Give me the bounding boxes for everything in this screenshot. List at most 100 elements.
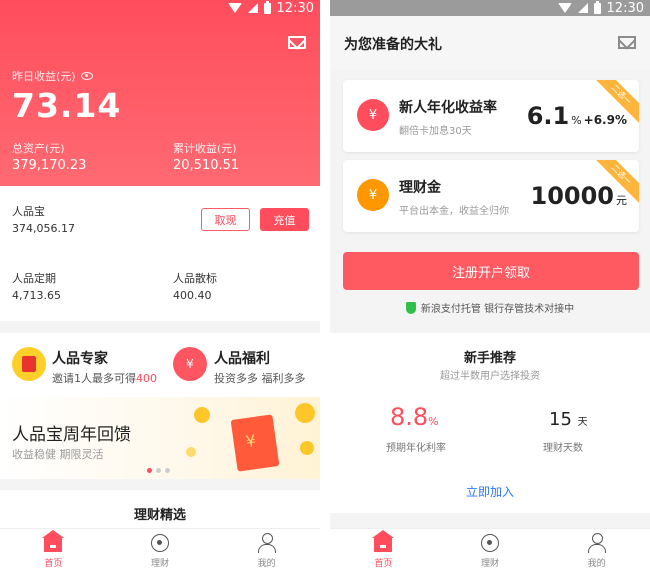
term-days-unit: 天 xyxy=(577,417,588,428)
picks-title: 理财精选 xyxy=(133,508,186,523)
register-claim-button[interactable]: 注册开户领取 xyxy=(343,252,639,290)
recharge-button[interactable]: 充值 xyxy=(260,208,309,231)
tab-mine[interactable]: 我的 xyxy=(213,529,320,572)
anniversary-banner[interactable]: 人品宝周年回馈 收益稳健 期限灵活 xyxy=(0,397,320,479)
wifi-icon xyxy=(227,3,242,13)
money-bag-icon: ¥ xyxy=(357,99,389,131)
gift-card-rate[interactable]: 二选一 ¥ 新人年化收益率 翻倍卡加息30天 6.1 % +6.9% xyxy=(343,80,639,152)
banner-title: 人品宝周年回馈 xyxy=(12,425,131,445)
yuan-coin-icon: ¥ xyxy=(357,179,389,211)
shield-check-icon xyxy=(405,301,416,314)
tab-label: 首页 xyxy=(44,559,63,569)
signal-icon xyxy=(247,3,258,13)
security-text: 新浪支付托管 银行存管技术对接中 xyxy=(420,304,575,315)
clock: 12:30 xyxy=(606,0,644,16)
expected-rate-label: 预期年化利率 xyxy=(386,443,446,454)
account-panel: 人品宝 374,056.17 取现 充值 人品定期 4,713.65 人品散标 … xyxy=(0,186,320,321)
gift-value-unit: % xyxy=(571,114,582,127)
user-icon xyxy=(257,533,276,553)
gift-value-number: 10000 xyxy=(530,182,615,210)
carousel-dot[interactable] xyxy=(156,468,161,473)
picks-section: 理财精选 xyxy=(0,490,320,530)
wifi-icon xyxy=(557,3,572,13)
expected-rate-value: 8.8 xyxy=(390,403,429,431)
coin-icon xyxy=(300,441,314,455)
tab-home[interactable]: 首页 xyxy=(330,529,437,572)
page-title: 为您准备的大礼 xyxy=(344,37,442,53)
bottom-tab-bar: 首页 理财 我的 xyxy=(0,528,320,572)
mail-icon[interactable] xyxy=(618,36,636,49)
banner-subtitle: 收益稳健 期限灵活 xyxy=(12,448,104,461)
tab-home[interactable]: 首页 xyxy=(0,529,107,572)
gift-value-unit: 元 xyxy=(616,194,627,207)
compass-icon xyxy=(151,534,169,552)
gift-value: 10000 元 xyxy=(531,182,628,210)
carousel-dot[interactable] xyxy=(165,468,170,473)
gift-envelope-icon xyxy=(230,414,280,472)
newbie-subtitle: 超过半数用户选择投资 xyxy=(440,371,540,382)
tab-finance[interactable]: 理财 xyxy=(107,529,214,572)
red-envelope-icon xyxy=(12,347,46,381)
battery-icon xyxy=(263,0,271,14)
comparison-stage: 12:30 昨日收益(元) 73.14 总资产(元) 379,170.23 累计… xyxy=(0,0,650,572)
tab-mine[interactable]: 我的 xyxy=(543,529,650,572)
join-now-link[interactable]: 立即加入 xyxy=(330,483,650,500)
home-icon xyxy=(42,530,65,552)
mail-icon[interactable] xyxy=(288,36,306,49)
carousel-dots[interactable] xyxy=(147,468,170,473)
expected-rate: 8.8% xyxy=(390,403,439,431)
renpinbao-value: 374,056.17 xyxy=(12,222,75,235)
tab-label: 理财 xyxy=(481,559,500,569)
loose-loan-label: 人品散标 xyxy=(173,272,217,285)
yesterday-label-text: 昨日收益(元) xyxy=(12,70,76,83)
coin-icon xyxy=(186,447,196,457)
expert-sub-prefix: 邀请1人最多可得 xyxy=(52,372,136,385)
status-bar: 12:30 xyxy=(0,0,320,16)
battery-icon xyxy=(593,0,601,14)
tab-label: 我的 xyxy=(587,559,606,569)
security-notice: 新浪支付托管 银行存管技术对接中 xyxy=(330,300,650,315)
user-icon xyxy=(587,533,606,553)
clock: 12:30 xyxy=(276,0,314,16)
yesterday-earnings-value: 73.14 xyxy=(12,86,122,125)
signal-icon xyxy=(577,3,588,13)
renpinbao-label: 人品宝 xyxy=(12,205,45,218)
term-days: 15 天 xyxy=(549,409,588,430)
newbie-title: 新手推荐 xyxy=(463,351,516,366)
expert-title: 人品专家 xyxy=(52,351,108,367)
earnings-header: 12:30 昨日收益(元) 73.14 总资产(元) 379,170.23 累计… xyxy=(0,0,320,186)
expected-rate-unit: % xyxy=(428,415,439,428)
total-assets-label: 总资产(元) xyxy=(12,142,65,155)
yesterday-earnings-label: 昨日收益(元) xyxy=(12,68,93,84)
welfare-subtitle: 投资多多 福利多多 xyxy=(214,372,306,385)
tab-label: 理财 xyxy=(151,559,170,569)
bottom-tab-bar: 首页 理财 我的 xyxy=(330,528,650,572)
promo-cards: 人品专家 邀请1人最多可得400 ¥ 人品福利 投资多多 福利多多 xyxy=(0,333,320,397)
gift-name: 理财金 xyxy=(399,180,441,196)
fixed-term-value: 4,713.65 xyxy=(12,289,61,302)
gift-name: 新人年化收益率 xyxy=(399,100,497,116)
home-screen: 12:30 昨日收益(元) 73.14 总资产(元) 379,170.23 累计… xyxy=(0,0,320,572)
gift-subtitle: 翻倍卡加息30天 xyxy=(399,126,472,137)
total-assets-value: 379,170.23 xyxy=(12,158,87,173)
gift-value-number: 6.1 xyxy=(526,102,570,130)
status-bar: 12:30 xyxy=(330,0,650,16)
gift-value-bonus: +6.9% xyxy=(583,113,627,127)
tab-finance[interactable]: 理财 xyxy=(437,529,544,572)
gift-header: 为您准备的大礼 xyxy=(330,16,650,70)
tab-label: 我的 xyxy=(257,559,276,569)
cumulative-earnings-label: 累计收益(元) xyxy=(173,142,237,155)
tab-label: 首页 xyxy=(374,559,393,569)
cumulative-earnings-value: 20,510.51 xyxy=(173,158,240,173)
home-icon xyxy=(372,530,395,552)
carousel-dot[interactable] xyxy=(147,468,152,473)
coin-icon xyxy=(194,407,210,423)
expert-subtitle: 邀请1人最多可得400 xyxy=(52,370,157,386)
gift-card-fund[interactable]: 二选一 ¥ 理财金 平台出本金，收益全归你 10000 元 xyxy=(343,160,639,232)
eye-icon[interactable] xyxy=(80,72,93,80)
fixed-term-label: 人品定期 xyxy=(12,272,56,285)
withdraw-button[interactable]: 取现 xyxy=(201,208,250,231)
gift-subtitle: 平台出本金，收益全归你 xyxy=(399,206,509,217)
compass-icon xyxy=(481,534,499,552)
newbie-recommend: 新手推荐 超过半数用户选择投资 8.8% 预期年化利率 15 天 理财天数 立即… xyxy=(330,333,650,513)
